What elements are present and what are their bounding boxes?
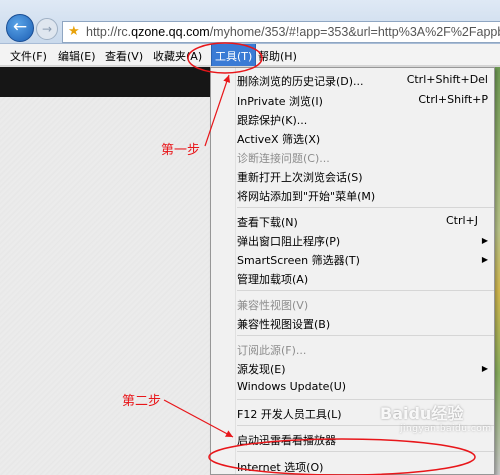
menu-item-smartscreen[interactable]: SmartScreen 筛选器(T) — [237, 252, 360, 268]
annotation-step-1: 第一步 — [161, 143, 201, 158]
shortcut-delete-history: Ctrl+Shift+Del — [406, 73, 488, 86]
menu-item-reopen-session[interactable]: 重新打开上次浏览会话(S) — [237, 169, 363, 185]
menu-bar: 文件(F) 编辑(E) 查看(V) 收藏夹(A) 工具(T) 帮助(H) — [0, 44, 500, 66]
menu-item-view-downloads[interactable]: 查看下载(N) — [237, 214, 298, 230]
menu-item-f12-dev-tools[interactable]: F12 开发人员工具(L) — [237, 406, 342, 422]
back-button[interactable]: ← — [6, 14, 34, 42]
menu-item-xunlei-player[interactable]: 启动迅雷看看播放器 — [237, 432, 336, 448]
menu-item-popup-blocker[interactable]: 弹出窗口阻止程序(P) — [237, 233, 340, 249]
menu-item-tracking-protection[interactable]: 跟踪保护(K)... — [237, 112, 307, 128]
menu-separator — [237, 290, 494, 291]
page-header-strip — [0, 67, 210, 97]
submenu-arrow-icon: ▶ — [481, 364, 488, 373]
menu-item-compat-view-settings[interactable]: 兼容性视图设置(B) — [237, 316, 330, 332]
menu-item-add-to-start[interactable]: 将网站添加到"开始"菜单(M) — [237, 188, 375, 204]
baidu-watermark: Baidu经验 jingyan.baidu.com — [380, 400, 492, 434]
watermark-url: jingyan.baidu.com — [400, 424, 492, 434]
shortcut-inprivate: Ctrl+Shift+P — [418, 93, 488, 106]
menu-item-manage-addons[interactable]: 管理加载项(A) — [237, 271, 308, 287]
star-icon: ★ — [68, 24, 80, 39]
forward-arrow-icon: → — [41, 22, 53, 36]
menu-separator — [237, 335, 494, 336]
menu-item-inprivate[interactable]: InPrivate 浏览(I) — [237, 93, 323, 109]
menu-item-compat-view: 兼容性视图(V) — [237, 299, 309, 312]
menu-item-subscribe-feed: 订阅此源(F)... — [237, 344, 307, 357]
menu-view[interactable]: 查看(V) — [105, 48, 143, 64]
address-bar-row: ← → ★ http://rc.qzone.qq.com/myhome/353/… — [0, 0, 500, 44]
shortcut-view-downloads: Ctrl+J — [445, 214, 478, 227]
back-arrow-icon: ← — [12, 17, 28, 37]
menu-item-windows-update[interactable]: Windows Update(U) — [237, 380, 346, 393]
menu-item-diagnose-connection: 诊断连接问题(C)... — [237, 152, 330, 165]
menu-item-internet-options[interactable]: Internet 选项(O) — [237, 459, 323, 475]
submenu-arrow-icon: ▶ — [481, 255, 488, 264]
forward-button[interactable]: → — [36, 18, 58, 40]
menu-item-delete-history[interactable]: 删除浏览的历史记录(D)... — [237, 73, 364, 89]
url-text: http://rc.qzone.qq.com/myhome/353/#!app=… — [86, 25, 500, 39]
menu-edit[interactable]: 编辑(E) — [58, 48, 96, 64]
menu-tools[interactable]: 工具(T) — [211, 44, 257, 66]
menu-gutter — [235, 68, 236, 474]
menu-item-feed-discovery[interactable]: 源发现(E) — [237, 361, 286, 377]
menu-favorites[interactable]: 收藏夹(A) — [153, 48, 202, 64]
address-input[interactable]: ★ http://rc.qzone.qq.com/myhome/353/#!ap… — [62, 21, 500, 43]
menu-separator — [237, 451, 494, 452]
menu-item-activex-filter[interactable]: ActiveX 筛选(X) — [237, 131, 320, 147]
watermark-text: Baidu经验 — [380, 404, 464, 423]
submenu-arrow-icon: ▶ — [481, 236, 488, 245]
menu-help[interactable]: 帮助(H) — [258, 48, 297, 64]
annotation-step-2: 第二步 — [122, 394, 162, 409]
menu-separator — [237, 207, 494, 208]
page-image-edge — [495, 67, 500, 475]
menu-file[interactable]: 文件(F) — [10, 48, 47, 64]
